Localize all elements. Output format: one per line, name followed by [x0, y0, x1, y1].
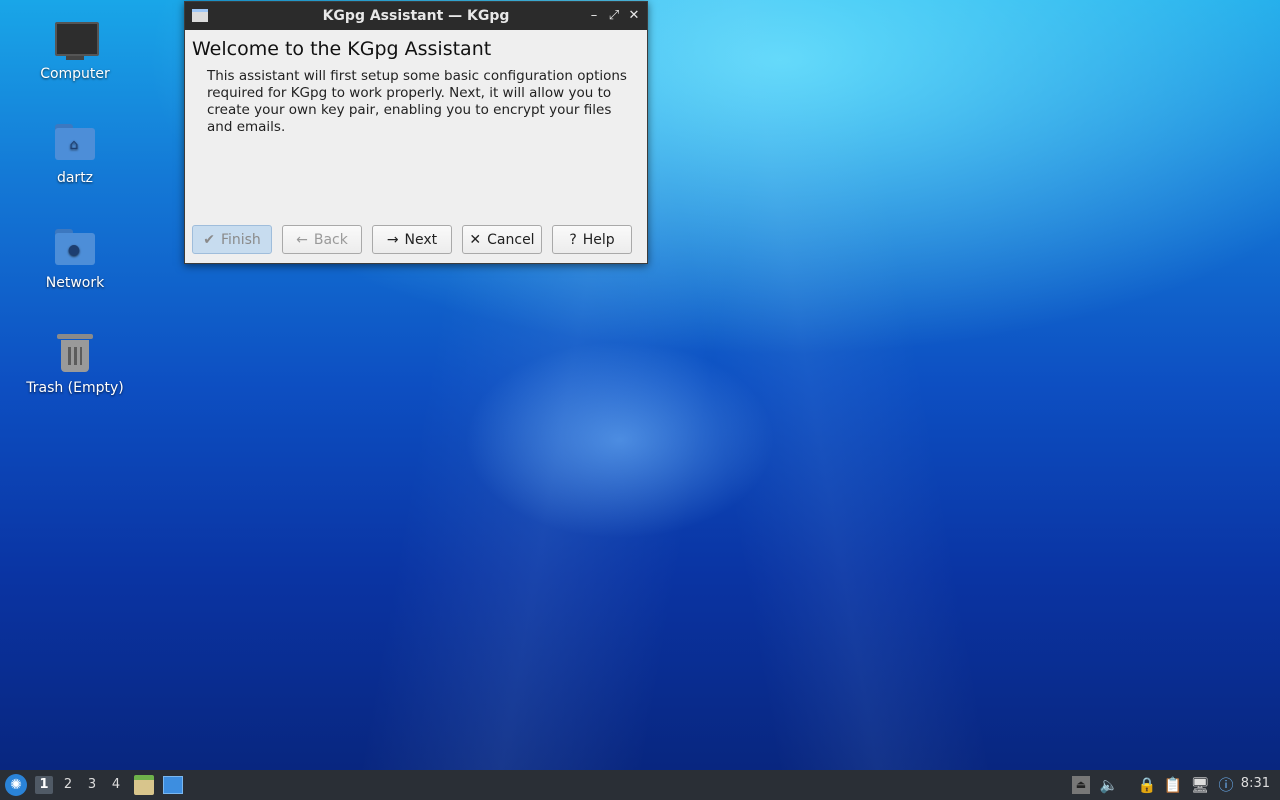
- trash-icon: [53, 332, 97, 376]
- desktop-icon-trash[interactable]: Trash (Empty): [20, 332, 130, 396]
- back-label: Back: [313, 231, 348, 248]
- desktop-icon-computer[interactable]: Computer: [20, 18, 130, 82]
- arrow-right-icon: →: [386, 231, 399, 248]
- desktop-icon-label: Network: [45, 275, 105, 291]
- cancel-icon: ✕: [469, 231, 482, 248]
- desktop-icon-label: dartz: [56, 170, 94, 186]
- next-label: Next: [404, 231, 438, 248]
- arrow-left-icon: ←: [296, 231, 308, 248]
- computer-icon: [53, 18, 99, 62]
- finish-label: Finish: [220, 231, 261, 248]
- help-button[interactable]: ? Help: [552, 225, 632, 254]
- help-label: Help: [582, 231, 615, 248]
- volume-icon[interactable]: 🔈: [1099, 776, 1119, 794]
- network-folder-icon: ●: [53, 227, 97, 271]
- maximize-icon[interactable]: ⤢: [605, 7, 623, 25]
- help-icon: ?: [569, 231, 577, 248]
- workspace-4[interactable]: 4: [107, 776, 125, 794]
- back-button[interactable]: ← Back: [282, 225, 362, 254]
- workspace-1[interactable]: 1: [35, 776, 53, 794]
- clipboard-icon[interactable]: 📋: [1163, 776, 1183, 794]
- home-folder-icon: ⌂: [53, 122, 97, 166]
- notification-icon[interactable]: ⓘ: [1216, 776, 1236, 794]
- desktop-icon-label: Trash (Empty): [26, 380, 124, 396]
- workspace-3[interactable]: 3: [83, 776, 101, 794]
- desktop-icon-network[interactable]: ● Network: [20, 227, 130, 291]
- taskbar: ✺ 1 2 3 4 ⏏ 🔈 🔒 📋 🖥 ⓘ 8:31: [0, 770, 1280, 800]
- lock-icon[interactable]: 🔒: [1137, 776, 1157, 794]
- minimize-icon[interactable]: –: [585, 7, 603, 25]
- cancel-label: Cancel: [487, 231, 535, 248]
- finish-button[interactable]: ✔ Finish: [192, 225, 272, 254]
- file-manager-icon[interactable]: [134, 775, 154, 795]
- window-titlebar[interactable]: KGpg Assistant — KGpg – ⤢ ✕: [185, 2, 647, 30]
- desktop-icon-label: Computer: [40, 66, 110, 82]
- next-button[interactable]: → Next: [372, 225, 452, 254]
- cancel-button[interactable]: ✕ Cancel: [462, 225, 542, 254]
- network-icon[interactable]: 🖥: [1190, 776, 1210, 794]
- check-icon: ✔: [203, 231, 215, 248]
- desktop-icon-home[interactable]: ⌂ dartz: [20, 122, 130, 186]
- start-menu-button[interactable]: ✺: [5, 774, 27, 796]
- eject-icon[interactable]: ⏏: [1072, 776, 1090, 794]
- clock[interactable]: 8:31: [1241, 776, 1270, 791]
- assistant-description: This assistant will first setup some bas…: [207, 68, 627, 135]
- kgpg-assistant-window: KGpg Assistant — KGpg – ⤢ ✕ Welcome to t…: [184, 1, 648, 264]
- window-title: KGpg Assistant — KGpg: [322, 8, 510, 24]
- show-desktop-icon[interactable]: [163, 776, 183, 794]
- page-title: Welcome to the KGpg Assistant: [192, 38, 492, 60]
- close-icon[interactable]: ✕: [625, 7, 643, 25]
- workspace-2[interactable]: 2: [59, 776, 77, 794]
